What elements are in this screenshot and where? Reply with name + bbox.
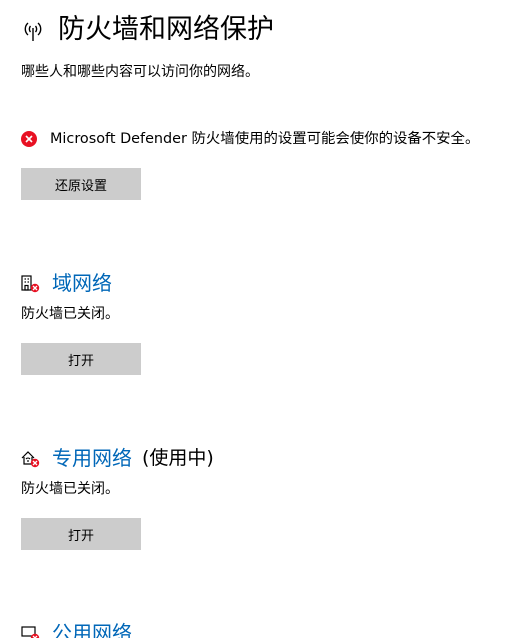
- private-network-turn-on-button[interactable]: 打开: [21, 518, 141, 550]
- restore-settings-button[interactable]: 还原设置: [21, 168, 141, 200]
- page-title: 防火墙和网络保护: [58, 14, 274, 45]
- error-icon: [21, 131, 37, 147]
- domain-network-status: 防火墙已关闭。: [21, 306, 119, 322]
- public-network-icon: [21, 626, 40, 638]
- page-subtitle: 哪些人和哪些内容可以访问你的网络。: [21, 64, 259, 80]
- security-warning: Microsoft Defender 防火墙使用的设置可能会使你的设备不安全。: [21, 128, 479, 150]
- private-network-status: 防火墙已关闭。: [21, 481, 119, 497]
- firewall-page: 防火墙和网络保护 哪些人和哪些内容可以访问你的网络。 Microsoft Def…: [0, 0, 524, 638]
- private-network-link[interactable]: 专用网络: [52, 443, 132, 473]
- wifi-antenna-icon: [20, 17, 46, 43]
- warning-text: Microsoft Defender 防火墙使用的设置可能会使你的设备不安全。: [50, 131, 480, 147]
- domain-network-row: 域网络: [20, 268, 112, 298]
- domain-network-icon: [21, 275, 40, 293]
- domain-network-link[interactable]: 域网络: [52, 268, 112, 298]
- private-network-icon: [21, 451, 40, 468]
- private-network-row: 专用网络 (使用中): [20, 443, 214, 473]
- page-header: 防火墙和网络保护: [20, 12, 274, 48]
- in-use-label: (使用中): [142, 447, 214, 469]
- public-network-row: 公用网络: [20, 618, 132, 638]
- domain-network-turn-on-button[interactable]: 打开: [21, 343, 141, 375]
- public-network-link[interactable]: 公用网络: [52, 618, 132, 638]
